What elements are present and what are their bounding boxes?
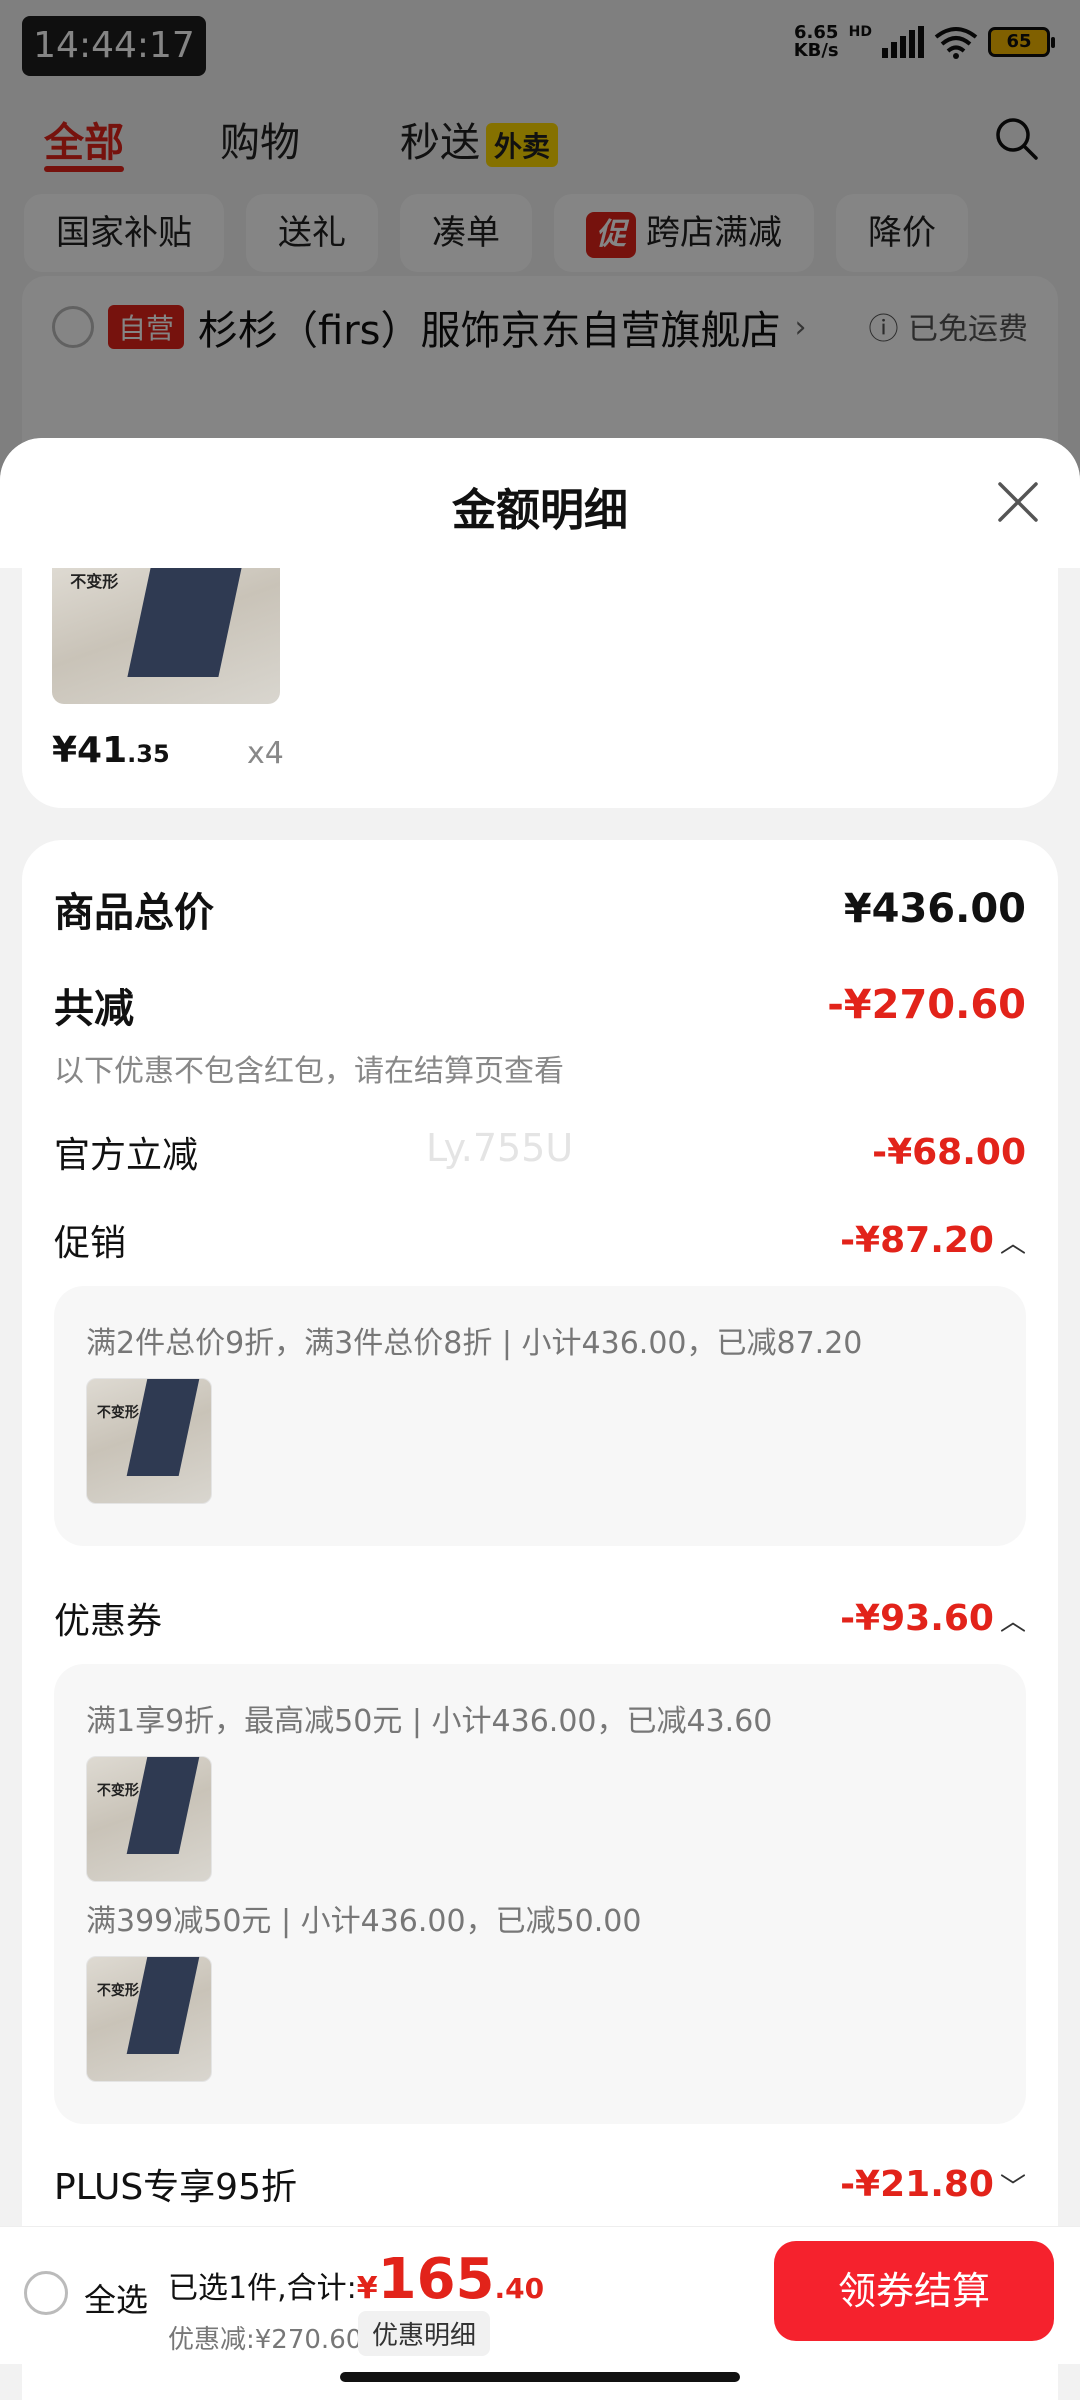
coupon-detail-box: 满1享9折，最高减50元 | 小计436.00，已减43.60 不变形 满399… (54, 1664, 1026, 2124)
coupon-value: -¥93.60 ︿ (840, 1597, 1026, 1639)
coupon-row[interactable]: 优惠券 -¥93.60 ︿ (54, 1592, 1026, 1644)
coupon-product-thumb-1: 不变形 (86, 1756, 212, 1882)
total-reduce-value: -¥270.60 (827, 982, 1026, 1028)
selected-summary: 已选1件,合计:¥165.40 (168, 2247, 545, 2312)
checkout-bar: 全选 已选1件,合计:¥165.40 优惠减:¥270.60 优惠明细 领券结算 (0, 2226, 1080, 2364)
chevron-down-icon: ﹀ (999, 2172, 1026, 2203)
coupon-rule-1: 满1享9折，最高减50元 | 小计436.00，已减43.60 (86, 1704, 773, 1739)
plus-discount-label: PLUS专享95折 (54, 2167, 297, 2208)
reduce-note: 以下优惠不包含红包，请在结算页查看 (54, 1054, 564, 1089)
select-all-label[interactable]: 全选 (84, 2275, 148, 2321)
plus-discount-value: -¥21.80 ﹀ (840, 2163, 1026, 2205)
amount-detail-card: 商品总价 ¥436.00 共减 -¥270.60 以下优惠不包含红包，请在结算页… (22, 840, 1058, 2400)
total-price-value: ¥436.00 (843, 886, 1026, 932)
official-reduce-value: -¥68.00 (872, 1131, 1026, 1173)
total-price-row: 商品总价 ¥436.00 (54, 880, 1026, 938)
home-indicator[interactable] (340, 2372, 740, 2382)
close-icon[interactable] (994, 478, 1042, 526)
promotion-product-thumb: 不变形 (86, 1378, 212, 1504)
promotion-value: -¥87.20 ︿ (840, 1219, 1026, 1261)
select-all-radio[interactable] (24, 2271, 68, 2315)
coupon-rule-2: 满399减50元 | 小计436.00，已减50.00 (86, 1904, 642, 1939)
chevron-up-icon: ︿ (999, 1228, 1026, 1259)
official-reduce-label: 官方立减 (54, 1135, 199, 1176)
cart-page: 14:44:17 6.65 KB/s HD 65 全部 购物 秒送 外卖 国家补… (0, 0, 1080, 2400)
coupon-product-thumb-2: 不变形 (86, 1956, 212, 2082)
product-image[interactable]: 不变形 (52, 568, 280, 704)
product-card: 不变形 ¥41.35 x4 (22, 568, 1058, 808)
amount-detail-sheet: 金额明细 不变形 ¥41.35 x4 商品总价 ¥436.00 共减 -¥270… (0, 438, 1080, 2400)
product-quantity: x4 (247, 736, 284, 771)
coupon-label: 优惠券 (54, 1601, 163, 1642)
promotion-rule: 满2件总价9折，满3件总价8折 | 小计436.00，已减87.20 (86, 1326, 863, 1361)
discount-summary: 优惠减:¥270.60 (168, 2325, 363, 2355)
official-reduce-row: 官方立减 -¥68.00 (54, 1126, 1026, 1178)
promotion-label: 促销 (54, 1223, 127, 1264)
total-reduce-label: 共减 (54, 986, 134, 1032)
total-reduce-row: 共减 -¥270.60 (54, 976, 1026, 1034)
promotion-row[interactable]: 促销 -¥87.20 ︿ (54, 1214, 1026, 1266)
total-price-label: 商品总价 (54, 890, 214, 936)
sheet-header: 金额明细 (0, 438, 1080, 568)
chevron-up-icon: ︿ (999, 1606, 1026, 1637)
checkout-button[interactable]: 领券结算 (774, 2241, 1054, 2341)
plus-discount-row[interactable]: PLUS专享95折 -¥21.80 ﹀ (54, 2158, 1026, 2210)
product-price: ¥41.35 (52, 730, 170, 771)
promotion-detail-box: 满2件总价9折，满3件总价8折 | 小计436.00，已减87.20 不变形 (54, 1286, 1026, 1546)
discount-detail-button[interactable]: 优惠明细 (358, 2311, 491, 2356)
sheet-title: 金额明细 (452, 485, 628, 536)
